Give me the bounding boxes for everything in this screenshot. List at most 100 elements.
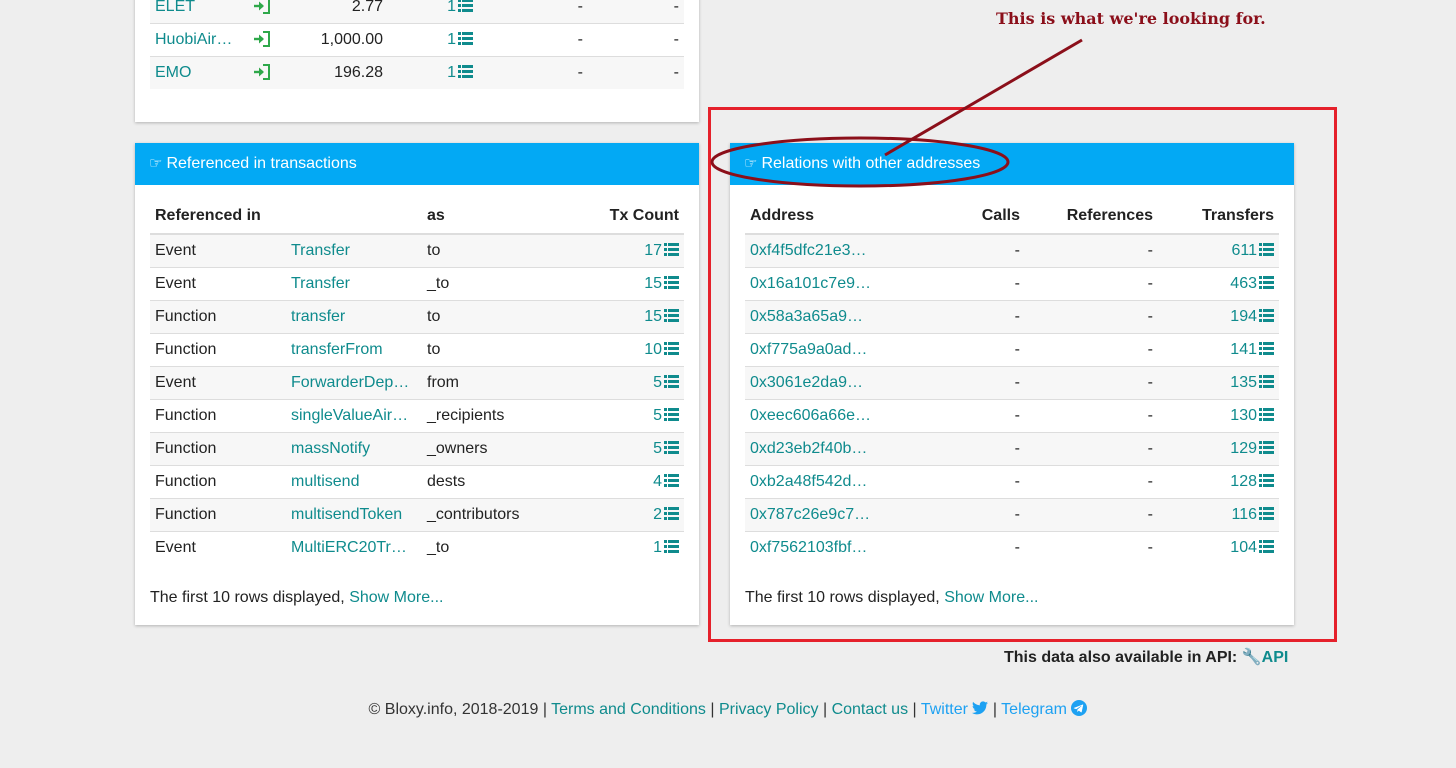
- ref-type: Function: [150, 300, 286, 334]
- token-count[interactable]: 1: [388, 23, 478, 57]
- telegram-link[interactable]: Telegram: [1001, 700, 1088, 718]
- token-name[interactable]: HuobiAir…: [150, 23, 248, 57]
- ref-type: Function: [150, 465, 286, 499]
- token-name[interactable]: EMO: [150, 56, 248, 89]
- tokens-card: ELET 2.77 1- - HuobiAir… 1,000.00 1- - EMO 196.28…: [135, 0, 699, 122]
- col-address: Address: [745, 199, 925, 235]
- list-icon: [664, 540, 679, 553]
- sign-in-icon[interactable]: [253, 63, 271, 80]
- transfers-value[interactable]: 135: [1158, 366, 1279, 400]
- api-link[interactable]: 🔧API: [1242, 649, 1289, 666]
- address-link[interactable]: 0xf7562103fbf…: [745, 531, 925, 564]
- ref-count[interactable]: 15: [582, 267, 684, 301]
- transfers-value[interactable]: 104: [1158, 531, 1279, 564]
- token-amount: 196.28: [298, 56, 388, 89]
- calls-value: -: [925, 233, 1025, 268]
- ref-count[interactable]: 5: [582, 399, 684, 433]
- transfers-value[interactable]: 116: [1158, 498, 1279, 532]
- address-link[interactable]: 0xeec606a66e…: [745, 399, 925, 433]
- ref-count[interactable]: 10: [582, 333, 684, 367]
- ref-count[interactable]: 5: [582, 366, 684, 400]
- tokens-table: ELET 2.77 1- - HuobiAir… 1,000.00 1- - EMO 196.28…: [150, 0, 684, 89]
- address-link[interactable]: 0x16a101c7e9…: [745, 267, 925, 301]
- token-count[interactable]: 1: [388, 56, 478, 89]
- references-value: -: [1025, 531, 1158, 564]
- ref-count[interactable]: 17: [582, 233, 684, 268]
- ref-name[interactable]: multisendToken: [286, 498, 422, 532]
- ref-name[interactable]: ForwarderDep…: [286, 366, 422, 400]
- transfers-value[interactable]: 128: [1158, 465, 1279, 499]
- ref-as: _owners: [422, 432, 582, 466]
- list-icon: [664, 276, 679, 289]
- transfers-value[interactable]: 611: [1158, 233, 1279, 268]
- transfers-value[interactable]: 194: [1158, 300, 1279, 334]
- relations-card: ☞ Relations with other addresses Address …: [730, 143, 1294, 625]
- ref-name[interactable]: multisend: [286, 465, 422, 499]
- twitter-icon: [972, 701, 989, 715]
- address-link[interactable]: 0xb2a48f542d…: [745, 465, 925, 499]
- address-link[interactable]: 0x58a3a65a9…: [745, 300, 925, 334]
- ref-as: to: [422, 233, 582, 268]
- list-icon: [664, 309, 679, 322]
- ref-count[interactable]: 1: [582, 531, 684, 564]
- address-link[interactable]: 0x3061e2da9…: [745, 366, 925, 400]
- enter-cell: [248, 56, 298, 89]
- ref-name[interactable]: Transfer: [286, 267, 422, 301]
- hand-point-right-icon: ☞: [744, 155, 758, 172]
- address-link[interactable]: 0xf4f5dfc21e3…: [745, 233, 925, 268]
- table-row: 0xf775a9a0ad… - -141: [745, 333, 1279, 367]
- list-icon: [1259, 276, 1274, 289]
- table-row: ELET 2.77 1- -: [150, 0, 684, 24]
- list-icon: [664, 375, 679, 388]
- api-availability: This data also available in API: 🔧API: [1004, 649, 1289, 666]
- references-value: -: [1025, 465, 1158, 499]
- show-more-link[interactable]: Show More...: [944, 589, 1038, 606]
- list-icon: [664, 507, 679, 520]
- token-name[interactable]: ELET: [150, 0, 248, 24]
- ref-count[interactable]: 4: [582, 465, 684, 499]
- page-footer: © Bloxy.info, 2018-2019 | Terms and Cond…: [0, 700, 1456, 719]
- hand-point-right-icon: ☞: [149, 155, 163, 172]
- sign-in-icon[interactable]: [253, 30, 271, 47]
- ref-as: to: [422, 300, 582, 334]
- transfers-value[interactable]: 129: [1158, 432, 1279, 466]
- table-row: Function multisendToken _contributors 2: [150, 498, 684, 532]
- ref-name[interactable]: massNotify: [286, 432, 422, 466]
- table-row: Function multisend dests 4: [150, 465, 684, 499]
- ref-count[interactable]: 5: [582, 432, 684, 466]
- token-count[interactable]: 1: [388, 0, 478, 24]
- list-icon: [1259, 375, 1274, 388]
- table-row: 0xf7562103fbf… - -104: [745, 531, 1279, 564]
- list-icon: [664, 342, 679, 355]
- ref-count[interactable]: 15: [582, 300, 684, 334]
- ref-name[interactable]: transfer: [286, 300, 422, 334]
- terms-link[interactable]: Terms and Conditions: [551, 701, 706, 718]
- ref-name[interactable]: transferFrom: [286, 333, 422, 367]
- show-more-link[interactable]: Show More...: [349, 589, 443, 606]
- transfers-value[interactable]: 141: [1158, 333, 1279, 367]
- transfers-value[interactable]: 130: [1158, 399, 1279, 433]
- ref-name[interactable]: singleValueAir…: [286, 399, 422, 433]
- token-amount: 2.77: [298, 0, 388, 24]
- address-link[interactable]: 0xd23eb2f40b…: [745, 432, 925, 466]
- ref-name[interactable]: Transfer: [286, 233, 422, 268]
- address-link[interactable]: 0xf775a9a0ad…: [745, 333, 925, 367]
- calls-value: -: [925, 333, 1025, 367]
- references-value: -: [1025, 432, 1158, 466]
- twitter-link[interactable]: Twitter: [921, 701, 993, 718]
- ref-count[interactable]: 2: [582, 498, 684, 532]
- list-icon: [1259, 309, 1274, 322]
- address-link[interactable]: 0x787c26e9c7…: [745, 498, 925, 532]
- ref-type: Event: [150, 267, 286, 301]
- transfers-value[interactable]: 463: [1158, 267, 1279, 301]
- table-row: Function singleValueAir… _recipients 5: [150, 399, 684, 433]
- referenced-card: ☞ Referenced in transactions Referenced i…: [135, 143, 699, 625]
- table-row: Event Transfer to 17: [150, 233, 684, 268]
- privacy-link[interactable]: Privacy Policy: [719, 701, 819, 718]
- sign-in-icon[interactable]: [253, 0, 271, 14]
- calls-value: -: [925, 498, 1025, 532]
- ref-name[interactable]: MultiERC20Tr…: [286, 531, 422, 564]
- list-icon: [1259, 540, 1274, 553]
- calls-value: -: [925, 399, 1025, 433]
- contact-link[interactable]: Contact us: [832, 701, 908, 718]
